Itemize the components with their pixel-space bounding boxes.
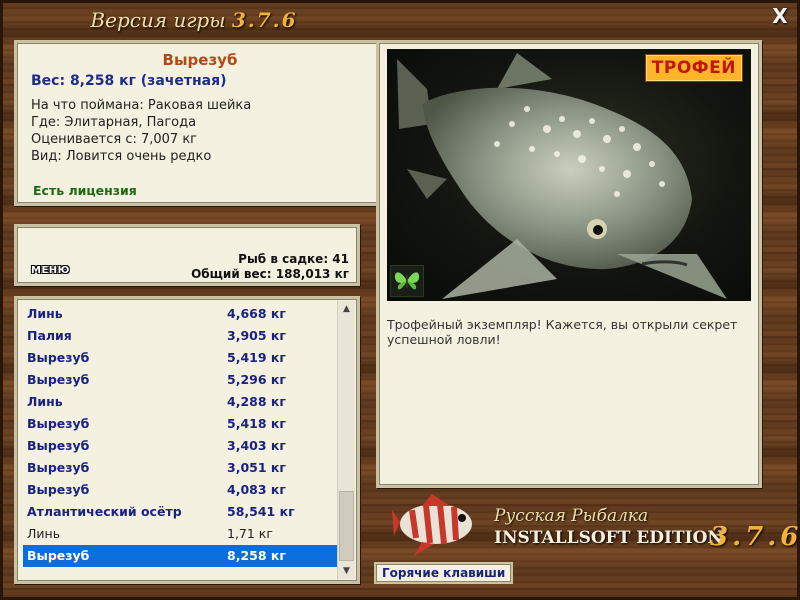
logo-edition: INSTALLSOFT EDITION [494, 528, 723, 548]
catch-fish-weight: 3,905 кг [227, 328, 286, 343]
catch-fish-name: Вырезуб [27, 548, 90, 563]
catch-fish-weight: 8,258 кг [227, 548, 286, 563]
catch-row[interactable]: Вырезуб 3,051 кг [23, 457, 339, 479]
catch-row[interactable]: Линь 4,668 кг [23, 303, 339, 325]
total-weight: Общий вес: 188,013 кг [191, 267, 349, 281]
catch-row[interactable]: Вырезуб 8,258 кг [23, 545, 339, 567]
fish-name: Вырезуб [162, 51, 238, 69]
window-title: Версия игры 3.7.6 [0, 8, 388, 32]
catch-fish-weight: 4,083 кг [227, 482, 286, 497]
catch-row[interactable]: Вырезуб 5,418 кг [23, 413, 339, 435]
catch-fish-name: Линь [27, 526, 61, 541]
catch-fish-weight: 3,403 кг [227, 438, 286, 453]
hotkeys-button[interactable]: Горячие клавиши [374, 562, 514, 584]
caught-on: На что поймана: Раковая шейка [31, 98, 252, 113]
catch-list-rows: Линь 4,668 кг Палия 3,905 кг Вырезуб 5,419 кг… [23, 303, 339, 567]
fish-count: Рыб в садке: 41 [238, 252, 349, 266]
menu-button[interactable]: МЕНЮ [31, 265, 70, 276]
catch-row[interactable]: Палия 3,905 кг [23, 325, 339, 347]
catch-fish-name: Вырезуб [27, 482, 90, 497]
fish-image [397, 53, 727, 299]
trophy-badge: ТРОФЕЙ [644, 54, 743, 82]
catch-row[interactable]: Вырезуб 4,083 кг [23, 479, 339, 501]
catch-row[interactable]: Линь 1,71 кг [23, 523, 339, 545]
catch-fish-weight: 1,71 кг [227, 526, 273, 541]
catch-fish-name: Вырезуб [27, 460, 90, 475]
catch-fish-weight: 5,418 кг [227, 416, 286, 431]
game-logo: Русская Рыбалка INSTALLSOFT EDITION 3.7.… [392, 492, 798, 562]
catch-fish-name: Атлантический осётр [27, 504, 182, 519]
min-weight: Оценивается с: 7,007 кг [31, 132, 198, 147]
catch-fish-weight: 5,419 кг [227, 350, 286, 365]
fish-photo: ТРОФЕЙ [387, 49, 751, 301]
fish-info-panel: Вырезуб Вес: 8,258 кг (зачетная) На что … [14, 40, 386, 206]
catch-fish-name: Вырезуб [27, 350, 90, 365]
title-prefix: Версия игры [90, 8, 226, 32]
title-version: 3.7.6 [231, 8, 298, 32]
catch-fish-weight: 58,541 кг [227, 504, 295, 519]
catch-row[interactable]: Вырезуб 3,403 кг [23, 435, 339, 457]
catch-fish-weight: 4,288 кг [227, 394, 286, 409]
rarity: Вид: Ловится очень редко [31, 149, 212, 164]
catch-fish-name: Вырезуб [27, 372, 90, 387]
catch-fish-name: Линь [27, 306, 63, 321]
catch-fish-name: Линь [27, 394, 63, 409]
logo-title: Русская Рыбалка [494, 506, 649, 526]
catch-list: Линь 4,668 кг Палия 3,905 кг Вырезуб 5,419 кг… [14, 296, 360, 584]
catch-fish-name: Вырезуб [27, 438, 90, 453]
trophy-panel: ТРОФЕЙ Трофейный экземпляр! Кажется, вы … [376, 40, 762, 488]
catch-row[interactable]: Вырезуб 5,296 кг [23, 369, 339, 391]
butterfly-icon [390, 265, 424, 297]
logo-fish-icon [392, 494, 472, 556]
location: Где: Элитарная, Пагода [31, 115, 197, 130]
license-status: Есть лицензия [33, 183, 137, 198]
scroll-up-icon[interactable]: ▲ [338, 301, 355, 317]
catch-fish-weight: 4,668 кг [227, 306, 286, 321]
fish-weight: Вес: 8,258 кг (зачетная) [31, 73, 227, 89]
keepnet-stats-panel: МЕНЮ Рыб в садке: 41 Общий вес: 188,013 … [14, 224, 360, 286]
list-scrollbar[interactable]: ▲ ▼ [337, 301, 355, 579]
logo-version: 3.7.6 [710, 522, 800, 552]
catch-row[interactable]: Линь 4,288 кг [23, 391, 339, 413]
scroll-thumb[interactable] [339, 491, 354, 561]
catch-fish-weight: 3,051 кг [227, 460, 286, 475]
catch-row[interactable]: Атлантический осётр 58,541 кг [23, 501, 339, 523]
catch-fish-weight: 5,296 кг [227, 372, 286, 387]
close-button[interactable]: X [770, 6, 790, 26]
scroll-down-icon[interactable]: ▼ [338, 563, 355, 579]
catch-row[interactable]: Вырезуб 5,419 кг [23, 347, 339, 369]
catch-fish-name: Палия [27, 328, 72, 343]
catch-fish-name: Вырезуб [27, 416, 90, 431]
trophy-description: Трофейный экземпляр! Кажется, вы открыли… [387, 317, 738, 347]
